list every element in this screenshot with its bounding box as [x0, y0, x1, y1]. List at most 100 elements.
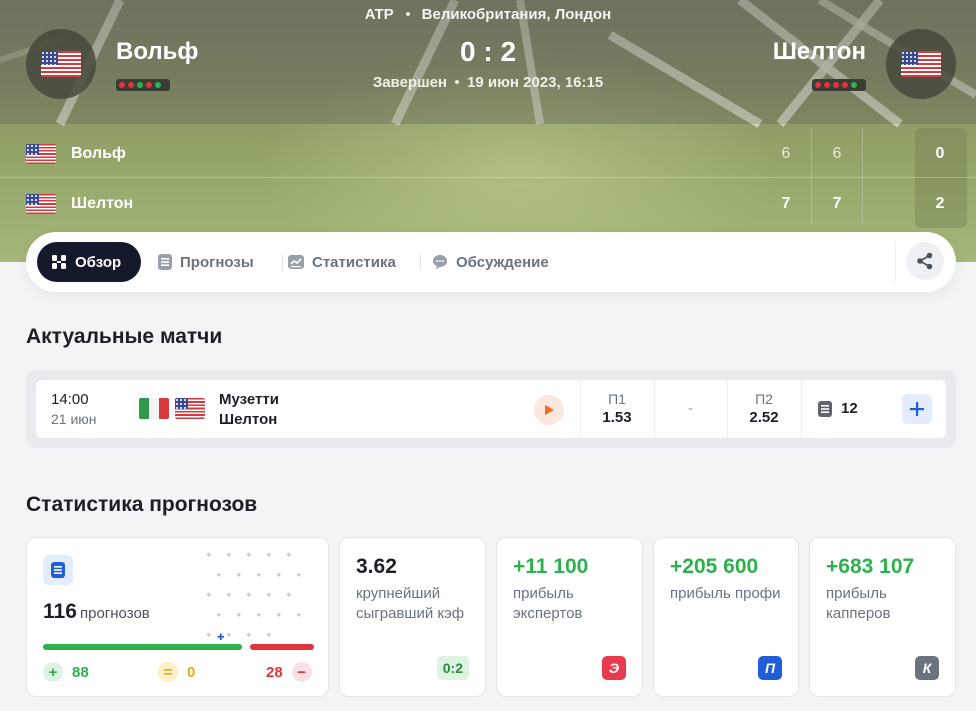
share-icon	[917, 252, 933, 270]
draw-count: = 0	[158, 662, 195, 682]
svg-text:✦: ✦	[295, 571, 303, 581]
actual-matches-card: 14:00 21 июн Музетти Шелтон П1 1.53 - П2…	[26, 370, 956, 448]
decorative-stars: ✦✦✦✦✦ ✦✦✦✦✦ ✦✦✦✦✦ ✦✦✦✦✦ ✦✦✦✦ ✚ ✚	[205, 551, 303, 640]
overview-icon	[52, 255, 66, 269]
sets-table: Вольф 6 6 0 Шелтон 7 7 2	[0, 124, 976, 230]
sets-row: Шелтон 7 7 2	[0, 178, 976, 228]
sets-player-name: Шелтон	[71, 195, 134, 212]
win-value: 88	[72, 663, 89, 681]
max-odds-card[interactable]: 3.62 крупнейший сыгравший кэф 0:2	[339, 537, 486, 697]
add-button[interactable]	[902, 394, 932, 424]
forecasts-count[interactable]: 12	[818, 400, 858, 417]
lose-bar	[250, 644, 314, 650]
separator-dot	[455, 80, 459, 84]
it-flag-icon	[139, 398, 169, 419]
tour-name[interactable]: ATP	[365, 6, 394, 23]
set2-score: 7	[832, 195, 842, 212]
tab-discussion[interactable]: Обсуждение	[418, 242, 563, 282]
tab-overview[interactable]: Обзор	[37, 242, 141, 282]
form-win-dot	[851, 82, 857, 88]
svg-text:✦: ✦	[205, 591, 213, 601]
sets-total: 2	[935, 195, 945, 212]
us-flag-icon	[26, 194, 56, 214]
match-player1[interactable]: Музетти	[219, 391, 279, 408]
set1-score: 7	[781, 195, 791, 212]
svg-text:✚: ✚	[217, 633, 225, 640]
score-badge: 0:2	[436, 656, 469, 680]
pros-badge-icon: П	[758, 656, 782, 680]
odd-label: П2	[755, 391, 773, 407]
sets-player-name: Вольф	[71, 145, 126, 162]
card-description: прибыль профи	[670, 585, 781, 602]
experts-profit-card[interactable]: +11 100 прибыль экспертов Э	[496, 537, 643, 697]
tipsters-profit-card[interactable]: +683 107 прибыль капперов К	[809, 537, 956, 697]
section-title-forecast-stats: Статистика прогнозов	[26, 493, 258, 516]
card-value: +11 100	[513, 555, 589, 578]
separator-dot	[405, 12, 410, 16]
forecasts-summary-card: ✦✦✦✦✦ ✦✦✦✦✦ ✦✦✦✦✦ ✦✦✦✦✦ ✦✦✦✦ ✚ ✚ 116 про…	[26, 537, 329, 697]
play-button[interactable]	[534, 395, 564, 425]
card-value: 3.62	[356, 555, 397, 578]
tipsters-badge-icon: К	[915, 656, 939, 680]
svg-text:✦: ✦	[205, 631, 213, 640]
match-player2[interactable]: Шелтон	[219, 411, 277, 428]
svg-text:✦: ✦	[225, 591, 233, 601]
us-flag-icon	[26, 144, 56, 164]
form-loss-dot	[833, 82, 839, 88]
svg-text:✦: ✦	[275, 571, 283, 581]
plus-icon	[910, 402, 924, 416]
forecast-doc-icon	[818, 400, 832, 417]
svg-text:✦: ✦	[265, 631, 273, 640]
section-title-actual-matches: Актуальные матчи	[26, 325, 223, 348]
svg-text:✦: ✦	[235, 611, 243, 621]
svg-text:✦: ✦	[265, 551, 273, 561]
share-divider	[895, 242, 896, 282]
svg-text:✦: ✦	[255, 611, 263, 621]
chat-icon	[433, 255, 447, 269]
pros-profit-card[interactable]: +205 600 прибыль профи П	[653, 537, 799, 697]
match-tabs: Обзор Прогнозы Статистика Обсуждение	[26, 232, 956, 292]
card-description: крупнейший сыгравший кэф	[356, 585, 465, 622]
tab-label: Обзор	[75, 253, 122, 271]
win-bar	[43, 644, 242, 650]
us-flag-icon	[175, 398, 205, 419]
odds-divider	[801, 380, 802, 438]
odd-p1[interactable]: П1 1.53	[580, 380, 654, 438]
odd-draw[interactable]: -	[654, 400, 727, 417]
player2-name[interactable]: Шелтон	[773, 38, 866, 66]
lose-count: 28 −	[266, 662, 312, 682]
tab-forecasts[interactable]: Прогнозы	[144, 242, 268, 282]
set2-score: 6	[832, 145, 842, 162]
odd-value: 2.52	[749, 409, 779, 426]
match-row[interactable]: 14:00 21 июн Музетти Шелтон П1 1.53 - П2…	[36, 380, 946, 438]
forecast-doc-icon	[158, 254, 172, 270]
sets-row: Вольф 6 6 0	[0, 128, 976, 178]
card-value: +205 600	[670, 555, 759, 578]
draw-icon: =	[158, 662, 178, 682]
player2-form	[812, 79, 866, 91]
player2-avatar[interactable]	[886, 29, 956, 99]
svg-text:✦: ✦	[225, 631, 233, 640]
share-button[interactable]	[906, 242, 944, 280]
svg-text:✦: ✦	[285, 591, 293, 601]
tournament-line: ATP Великобритания, Лондон	[0, 6, 976, 23]
sets-total: 0	[935, 145, 945, 162]
tour-location[interactable]: Великобритания, Лондон	[422, 6, 612, 23]
odd-p2[interactable]: П2 2.52	[727, 380, 801, 438]
card-description: прибыль капперов	[826, 585, 891, 622]
card-description: прибыль экспертов	[513, 585, 583, 622]
match-time: 14:00	[51, 391, 89, 408]
tab-statistics[interactable]: Статистика	[274, 242, 410, 282]
odd-label: П1	[608, 391, 626, 407]
match-status: Завершен	[372, 74, 447, 91]
experts-badge-icon: Э	[602, 656, 626, 680]
svg-text:✦: ✦	[215, 611, 223, 621]
svg-text:✦: ✦	[215, 571, 223, 581]
form-loss-dot	[842, 82, 848, 88]
stats-icon	[288, 255, 304, 269]
svg-text:✦: ✦	[235, 571, 243, 581]
svg-text:✦: ✦	[265, 591, 273, 601]
tab-label: Прогнозы	[180, 253, 254, 271]
match-datetime: 19 июн 2023, 16:15	[467, 74, 604, 91]
lose-value: 28	[266, 663, 283, 681]
